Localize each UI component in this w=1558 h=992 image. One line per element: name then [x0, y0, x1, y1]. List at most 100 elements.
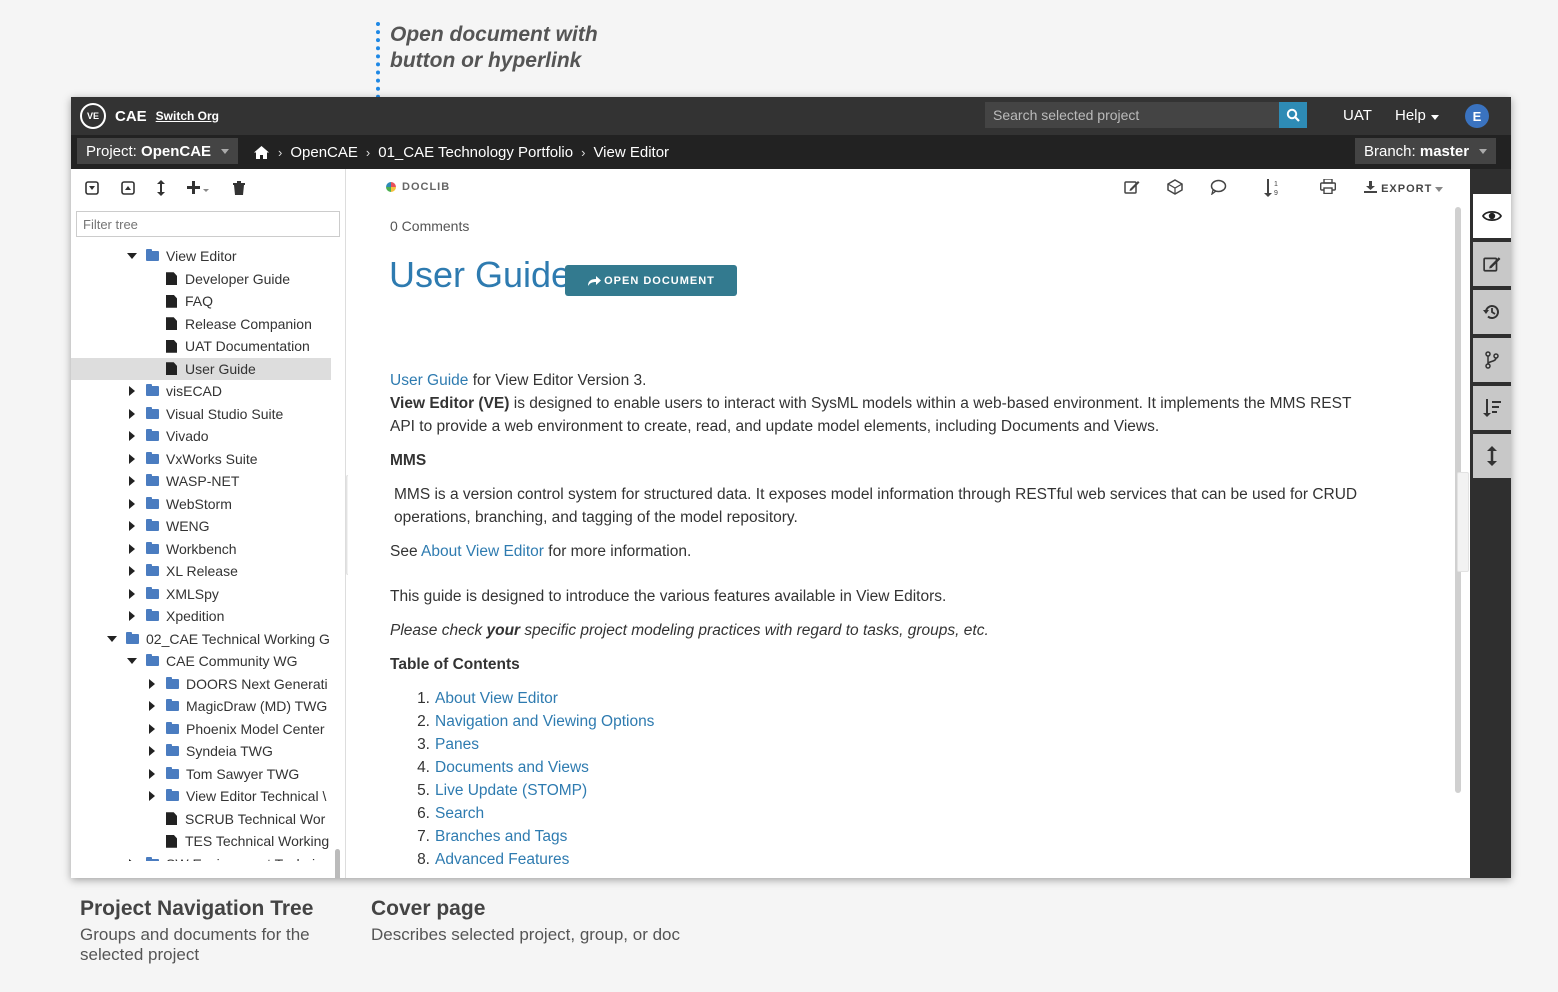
tree-node[interactable]: Syndeia TWG [71, 740, 331, 763]
collapsed-toggle-icon[interactable] [126, 565, 138, 577]
ve-logo-icon[interactable]: VE [80, 103, 106, 129]
collapse-all-icon[interactable] [85, 181, 99, 195]
collapsed-toggle-icon[interactable] [146, 768, 158, 780]
help-menu[interactable]: Help [1395, 107, 1439, 124]
search-input[interactable] [985, 102, 1279, 128]
toc-link[interactable]: Documents and Views [435, 759, 589, 776]
branch-selector[interactable]: Branch: master [1355, 138, 1497, 164]
expanded-toggle-icon[interactable] [126, 250, 138, 262]
comments-count[interactable]: 0 Comments [390, 218, 469, 234]
tree-node[interactable]: Xpedition [71, 605, 331, 628]
sort-numeric-icon[interactable]: 19 [1264, 179, 1280, 197]
collapsed-toggle-icon[interactable] [126, 475, 138, 487]
tree-node[interactable]: UAT Documentation [71, 335, 331, 358]
expand-all-icon[interactable] [121, 181, 135, 195]
tree-node[interactable]: XMLSpy [71, 583, 331, 606]
collapsed-toggle-icon[interactable] [146, 745, 158, 757]
toc-link[interactable]: Search [435, 805, 484, 822]
resize-vertical-icon[interactable] [157, 180, 165, 196]
element-cube-icon[interactable] [1167, 179, 1183, 195]
tree-node[interactable]: User Guide [71, 357, 331, 380]
tree-node[interactable]: VxWorks Suite [71, 448, 331, 471]
tree-node[interactable]: MagicDraw (MD) TWG [71, 695, 331, 718]
tree-vertical-scrollbar[interactable] [335, 849, 340, 878]
breadcrumb-item-group[interactable]: 01_CAE Technology Portfolio [378, 144, 573, 161]
collapsed-toggle-icon[interactable] [126, 588, 138, 600]
user-avatar[interactable]: E [1465, 104, 1489, 128]
collapsed-toggle-icon[interactable] [126, 408, 138, 420]
collapsed-toggle-icon[interactable] [126, 453, 138, 465]
edit-icon [1483, 257, 1501, 272]
tree-node-label: Tom Sawyer TWG [186, 765, 300, 782]
tree-node[interactable]: WebStorm [71, 493, 331, 516]
export-button[interactable]: EXPORT [1364, 181, 1444, 195]
home-icon[interactable] [253, 145, 270, 160]
tree-node[interactable]: View Editor Technical \ [71, 785, 331, 808]
add-item-icon[interactable] [187, 181, 209, 195]
collapsed-toggle-icon[interactable] [126, 385, 138, 397]
collapsed-toggle-icon[interactable] [126, 858, 138, 861]
expanded-toggle-icon[interactable] [126, 655, 138, 667]
uat-link[interactable]: UAT [1343, 107, 1372, 124]
collapsed-toggle-icon[interactable] [126, 543, 138, 555]
toc-link[interactable]: Panes [435, 736, 479, 753]
tree-node[interactable]: WASP-NET [71, 470, 331, 493]
tree-node[interactable]: Release Companion [71, 313, 331, 336]
edit-pane-button[interactable] [1473, 242, 1511, 286]
toc-link[interactable]: Branches and Tags [435, 828, 567, 845]
tree-node[interactable]: View Editor [71, 245, 331, 268]
tree-node[interactable]: visECAD [71, 380, 331, 403]
history-button[interactable] [1473, 290, 1511, 334]
resize-button[interactable] [1473, 434, 1511, 478]
tree-node[interactable]: FAQ [71, 290, 331, 313]
comment-icon[interactable] [1210, 179, 1227, 195]
print-icon[interactable] [1320, 179, 1336, 194]
open-document-button[interactable]: OPEN DOCUMENT [565, 265, 737, 296]
toc-link[interactable]: About View Editor [435, 690, 558, 707]
tree-node[interactable]: CAE Community WG [71, 650, 331, 673]
tree-node[interactable]: XL Release [71, 560, 331, 583]
switch-org-link[interactable]: Switch Org [156, 109, 219, 123]
user-guide-link[interactable]: User Guide [390, 372, 468, 389]
right-pane-splitter[interactable] [1457, 472, 1469, 572]
preview-button[interactable] [1473, 194, 1511, 238]
about-view-editor-link[interactable]: About View Editor [421, 543, 544, 560]
tree-node[interactable]: Developer Guide [71, 268, 331, 291]
toc-link[interactable]: Advanced Features [435, 851, 569, 868]
doclib-label[interactable]: DOCLIB [386, 181, 450, 193]
collapsed-toggle-icon[interactable] [126, 498, 138, 510]
tree-node[interactable]: Tom Sawyer TWG [71, 763, 331, 786]
tree-node[interactable]: Vivado [71, 425, 331, 448]
tree-node[interactable]: Workbench [71, 538, 331, 561]
collapsed-toggle-icon[interactable] [126, 520, 138, 532]
collapsed-toggle-icon[interactable] [146, 723, 158, 735]
tree-node[interactable]: WENG [71, 515, 331, 538]
toc-link[interactable]: Live Update (STOMP) [435, 782, 587, 799]
collapsed-toggle-icon[interactable] [146, 700, 158, 712]
filter-tree-input[interactable] [76, 211, 340, 237]
trash-icon[interactable] [233, 181, 245, 195]
collapsed-toggle-icon[interactable] [126, 430, 138, 442]
toc-link[interactable]: Navigation and Viewing Options [435, 713, 654, 730]
tree-node[interactable]: SCRUB Technical Wor [71, 808, 331, 831]
collapsed-toggle-icon[interactable] [126, 610, 138, 622]
tree-node[interactable]: Phoenix Model Center [71, 718, 331, 741]
reorder-button[interactable] [1473, 386, 1511, 430]
tree-node[interactable]: SW Environment Technica [71, 853, 331, 861]
tree-node[interactable]: TES Technical Working [71, 830, 331, 853]
tree-node[interactable]: 02_CAE Technical Working G [71, 628, 331, 651]
tree-node[interactable]: DOORS Next Generati [71, 673, 331, 696]
branches-button[interactable] [1473, 338, 1511, 382]
edit-icon[interactable] [1124, 179, 1140, 195]
breadcrumb-item-project[interactable]: OpenCAE [290, 144, 358, 161]
tree-node-label: User Guide [185, 360, 256, 377]
project-selector[interactable]: Project: OpenCAE [77, 138, 239, 164]
search-button[interactable] [1279, 102, 1307, 128]
collapsed-toggle-icon[interactable] [146, 678, 158, 690]
breadcrumb-item-current[interactable]: View Editor [593, 144, 669, 161]
expanded-toggle-icon[interactable] [106, 633, 118, 645]
collapsed-toggle-icon[interactable] [146, 790, 158, 802]
tree-node[interactable]: Visual Studio Suite [71, 403, 331, 426]
